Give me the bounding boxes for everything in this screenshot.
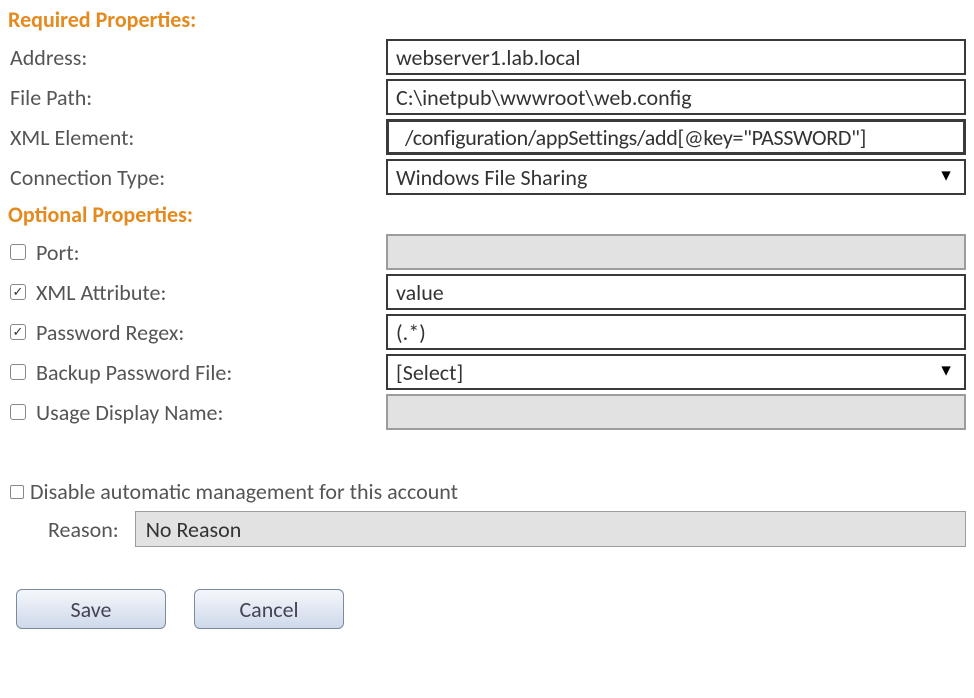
backup-password-file-label: Backup Password File: — [36, 359, 232, 386]
usage-display-name-label: Usage Display Name: — [36, 399, 223, 426]
reason-label: Reason: — [48, 516, 119, 543]
usage-display-name-checkbox[interactable] — [10, 404, 26, 420]
connection-type-select[interactable]: Windows File Sharing ▼ — [386, 159, 966, 195]
port-input[interactable] — [386, 234, 966, 270]
reason-input[interactable] — [135, 511, 966, 547]
save-button[interactable]: Save — [16, 589, 166, 629]
file-path-label: File Path: — [10, 84, 92, 111]
port-label: Port: — [36, 239, 79, 266]
backup-password-file-checkbox[interactable] — [10, 364, 26, 380]
connection-type-value: Windows File Sharing — [396, 164, 587, 191]
xml-attribute-label: XML Attribute: — [36, 279, 166, 306]
backup-password-file-select[interactable]: [Select] ▼ — [386, 354, 966, 390]
port-checkbox[interactable] — [10, 244, 26, 260]
address-label: Address: — [10, 44, 87, 71]
required-properties-header: Required Properties: — [8, 6, 966, 33]
disable-auto-management-checkbox[interactable] — [10, 485, 24, 499]
cancel-button[interactable]: Cancel — [194, 589, 344, 629]
usage-display-name-input[interactable] — [386, 394, 966, 430]
xml-element-label: XML Element: — [10, 124, 134, 151]
address-input[interactable] — [386, 39, 966, 75]
password-regex-input[interactable] — [386, 314, 966, 350]
xml-attribute-input[interactable] — [386, 274, 966, 310]
disable-auto-management-label: Disable automatic management for this ac… — [30, 478, 458, 505]
backup-password-file-value: [Select] — [396, 359, 463, 386]
xml-element-input[interactable] — [386, 119, 966, 155]
connection-type-label: Connection Type: — [10, 164, 165, 191]
file-path-input[interactable] — [386, 79, 966, 115]
chevron-down-icon: ▼ — [938, 167, 954, 186]
optional-properties-header: Optional Properties: — [8, 201, 966, 228]
xml-attribute-checkbox[interactable] — [10, 284, 26, 300]
password-regex-label: Password Regex: — [36, 319, 184, 346]
password-regex-checkbox[interactable] — [10, 324, 26, 340]
chevron-down-icon: ▼ — [938, 362, 954, 381]
